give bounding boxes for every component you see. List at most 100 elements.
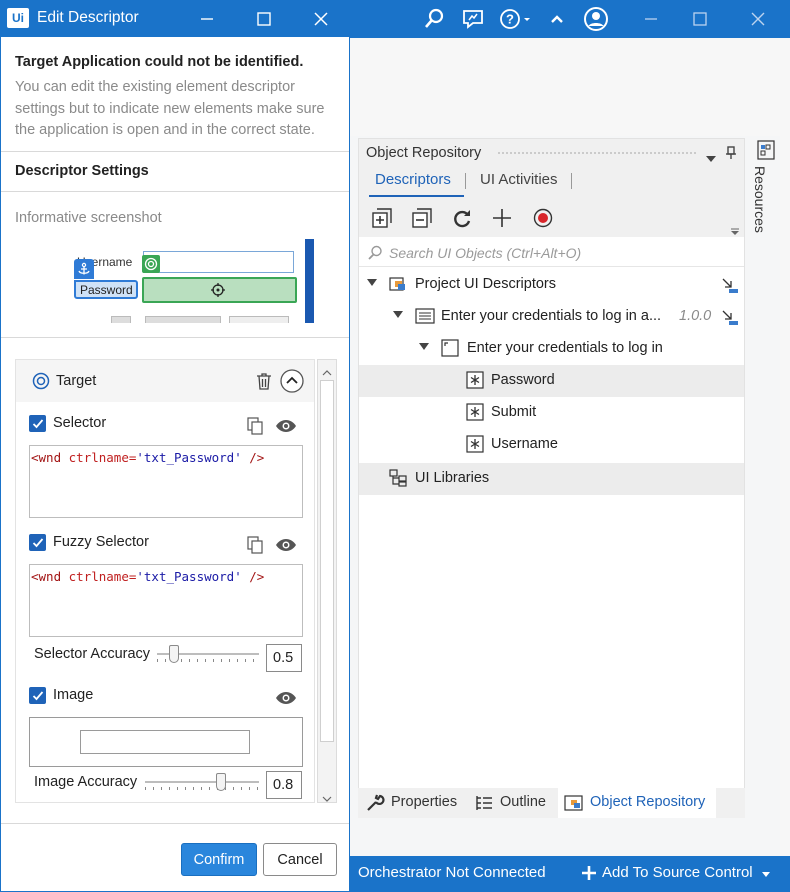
warning-title: Target Application could not be identifi… [15,54,304,70]
svg-text:?: ? [506,12,514,27]
selector-editor[interactable]: <wnd ctrlname='txt_Password' /> [29,445,303,518]
delete-icon[interactable] [256,372,272,393]
informative-screenshot-label: Informative screenshot [15,210,162,226]
tree-item-password[interactable]: Password [359,365,744,397]
image-accuracy-slider[interactable] [145,773,259,791]
anchor-icon [74,259,94,279]
tab-ui-activities[interactable]: UI Activities [480,171,558,188]
code-attr: ctrlname= [68,569,137,584]
close-icon[interactable] [309,7,333,31]
feedback-icon[interactable] [459,5,487,33]
resources-rail[interactable]: Resources [752,136,782,336]
element-icon [466,403,484,421]
selector-accuracy-slider[interactable] [157,645,259,663]
go-to-icon[interactable] [721,277,739,297]
user-account-icon[interactable] [582,5,610,33]
tree-expander-icon[interactable] [393,311,403,318]
screenshot-button [229,316,289,323]
close-icon[interactable] [747,8,769,30]
properties-scrollbar[interactable] [317,359,337,803]
record-icon[interactable] [530,205,556,231]
repo-tabs: Descriptors UI Activities [359,167,744,197]
screenshot-username-field [143,251,294,273]
minimize-icon[interactable] [640,8,662,30]
slider-thumb[interactable] [216,773,226,791]
screenshot-icon [111,316,131,323]
expand-all-icon[interactable] [369,205,395,231]
drag-grip[interactable] [497,151,697,156]
help-icon[interactable]: ? [498,5,534,33]
slider-thumb[interactable] [169,645,179,663]
tree-item-screen[interactable]: Enter your credentials to log in [359,333,744,365]
fuzzy-selector-checkbox[interactable] [29,534,46,551]
image-checkbox[interactable] [29,687,46,704]
tree-item-ui-libraries[interactable]: UI Libraries [359,463,744,495]
tree-item-label: Project UI Descriptors [415,276,557,292]
scrollbar[interactable] [780,38,790,858]
eye-icon[interactable] [275,419,297,436]
eye-icon[interactable] [275,538,297,555]
uipath-logo: Ui [7,8,29,28]
pin-icon[interactable] [725,146,737,163]
tab-descriptors[interactable]: Descriptors [375,171,451,188]
confirm-button[interactable]: Confirm [181,843,257,876]
search-icon[interactable] [420,5,448,33]
scrollbar-thumb[interactable] [320,380,334,742]
maximize-icon[interactable] [252,7,276,31]
edit-descriptor-dialog: Ui Edit Descriptor Target Application co… [0,0,350,892]
image-preview [29,717,303,767]
crosshair-icon [211,283,225,300]
search-placeholder: Search UI Objects (Ctrl+Alt+O) [389,245,582,261]
maximize-icon[interactable] [689,8,711,30]
selector-checkbox[interactable] [29,415,46,432]
code-tag: /> [249,450,265,465]
divider [1,151,349,152]
image-accuracy-input[interactable]: 0.8 [266,771,302,799]
target-icon [32,372,50,393]
tab-outline[interactable]: Outline [500,794,546,810]
ribbon-area [350,38,790,136]
target-label: Target [56,373,97,389]
tree-item-label: Password [491,372,555,388]
pane-menu-icon[interactable] [706,150,716,166]
tab-object-repository[interactable]: Object Repository [590,794,705,810]
collapse-all-icon[interactable] [409,205,435,231]
add-to-source-control[interactable]: Add To Source Control [602,864,770,882]
minimize-icon[interactable] [195,7,219,31]
tab-properties[interactable]: Properties [391,794,457,810]
pane-header: Object Repository [359,139,744,167]
fuzzy-selector-editor[interactable]: <wnd ctrlname='txt_Password' /> [29,564,303,637]
dialog-titlebar: Ui Edit Descriptor [1,1,349,37]
wrench-icon [365,793,385,816]
library-icon [389,469,407,487]
orchestrator-status[interactable]: Orchestrator Not Connected [358,864,546,881]
object-repository-icon [564,794,584,815]
collapse-icon[interactable] [280,369,304,396]
tree-item-username[interactable]: Username [359,429,744,461]
add-icon[interactable] [489,205,515,231]
pane-title: Object Repository [366,145,482,161]
tab-separator [571,173,572,189]
toolbar-overflow-icon[interactable] [731,223,739,239]
tree-item-project-ui-descriptors[interactable]: Project UI Descriptors [359,269,744,301]
project-descriptors-icon [389,275,407,293]
search-ui-objects[interactable]: Search UI Objects (Ctrl+Alt+O) [359,239,744,267]
refresh-icon[interactable] [449,205,475,231]
tree-item-submit[interactable]: Submit [359,397,744,429]
outline-icon [475,794,493,815]
eye-icon[interactable] [275,691,297,708]
selector-accuracy-input[interactable]: 0.5 [266,644,302,672]
screenshot-password-label: Password [74,280,138,299]
scroll-down-icon[interactable] [322,790,332,806]
tree-expander-icon[interactable] [367,279,377,286]
copy-icon[interactable] [247,417,263,438]
chevron-up-icon[interactable] [543,5,571,33]
tree-item-app[interactable]: Enter your credentials to log in a... 1.… [359,301,744,333]
copy-icon[interactable] [247,536,263,557]
resources-icon [757,140,775,163]
cancel-button[interactable]: Cancel [263,843,337,876]
scroll-up-icon[interactable] [322,364,332,380]
object-repository-pane: Object Repository Descriptors UI Activit… [358,138,745,818]
go-to-icon[interactable] [721,309,739,329]
tree-expander-icon[interactable] [419,343,429,350]
